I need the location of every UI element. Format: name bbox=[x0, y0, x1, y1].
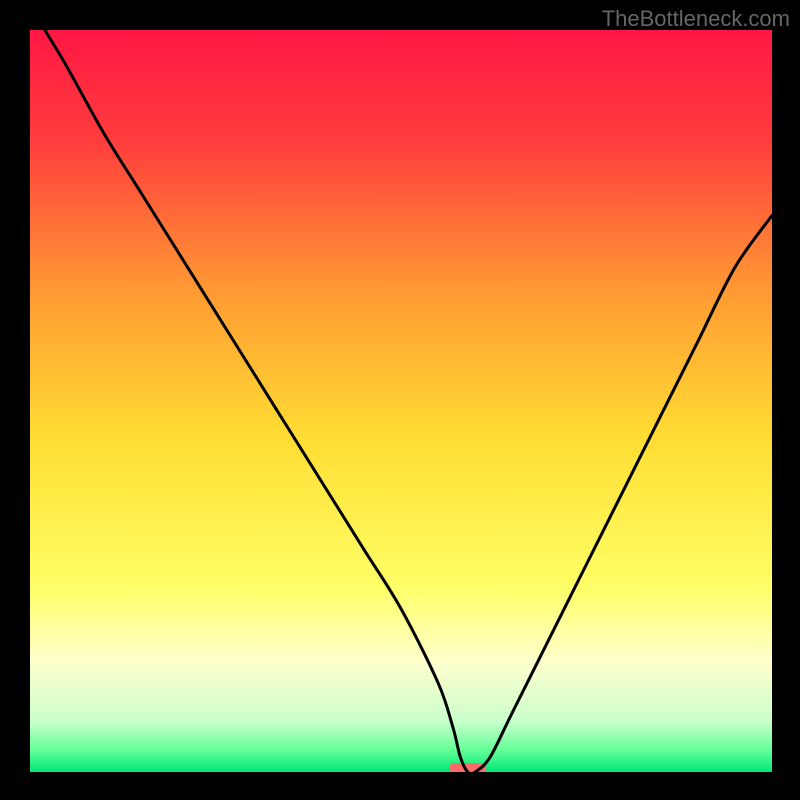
bottleneck-chart-svg bbox=[30, 30, 772, 772]
chart-container: TheBottleneck.com bbox=[0, 0, 800, 800]
watermark-text: TheBottleneck.com bbox=[602, 6, 790, 32]
plot-area bbox=[30, 30, 772, 772]
gradient-background bbox=[30, 30, 772, 772]
